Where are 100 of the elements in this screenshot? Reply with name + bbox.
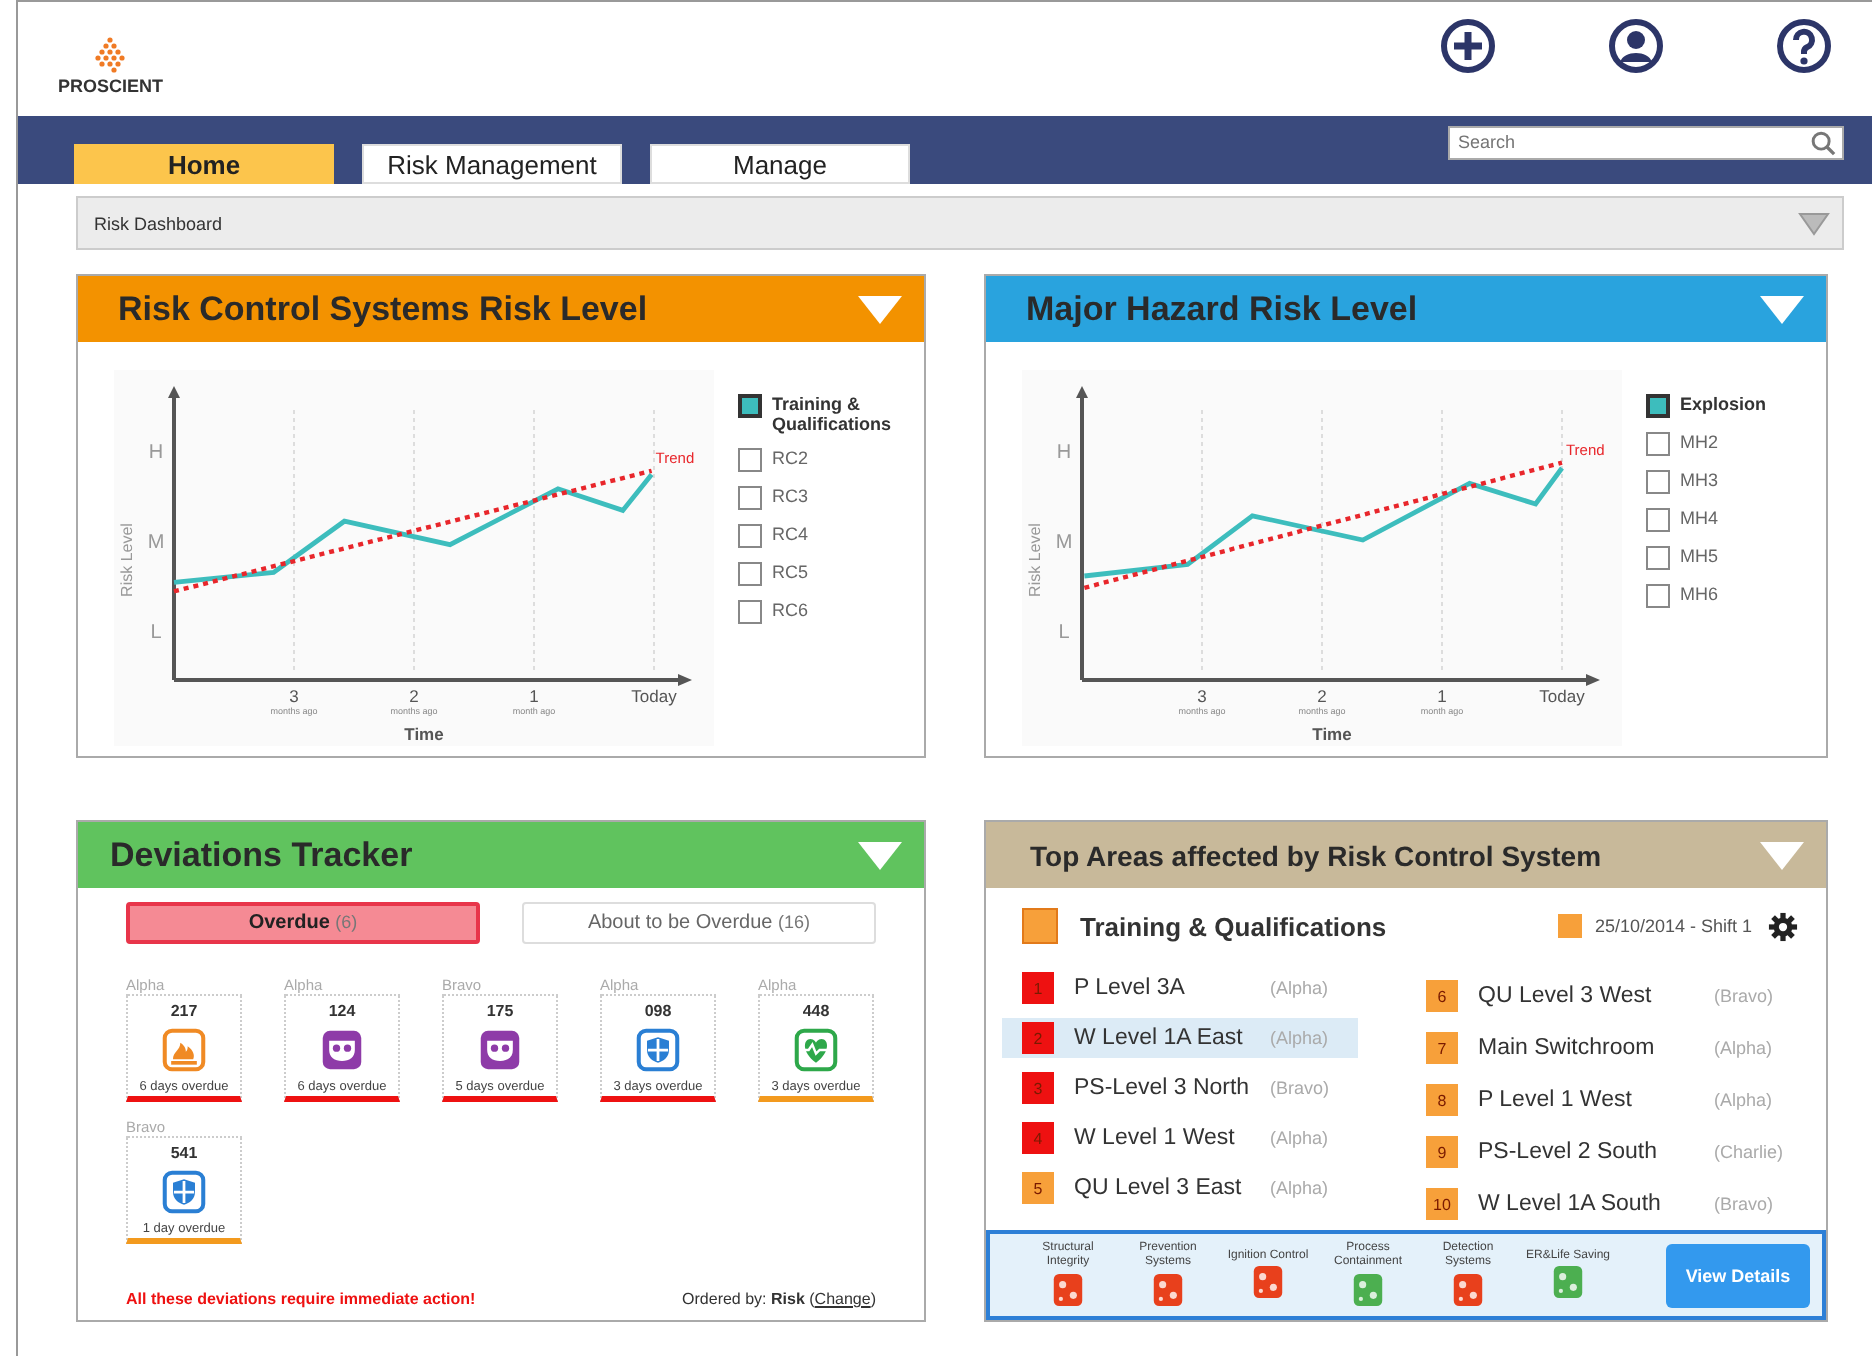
panel-title: Major Hazard Risk Level — [1026, 289, 1418, 329]
help-icon[interactable] — [1776, 17, 1832, 73]
legend-label: RC4 — [772, 524, 811, 544]
legend-checkbox[interactable] — [1646, 394, 1670, 418]
shield-icon — [636, 1028, 680, 1072]
area-row[interactable]: 4 W Level 1 West (Alpha) — [1002, 1118, 1358, 1158]
filter-tab[interactable]: About to be Overdue (16) — [522, 902, 876, 944]
y-tick-label: L — [1058, 622, 1070, 644]
x-tick-label: Today — [631, 686, 677, 706]
rank-badge: 10 — [1426, 1188, 1458, 1220]
legend-label: MH2 — [1680, 432, 1721, 452]
legend-checkbox[interactable] — [738, 562, 762, 586]
change-link[interactable]: Change — [814, 1290, 871, 1308]
y-axis-title: Risk Level — [118, 523, 136, 597]
card-number: 448 — [802, 1002, 830, 1020]
mask-icon — [320, 1028, 364, 1072]
legend-checkbox[interactable] — [738, 448, 762, 472]
x-tick-label: 1 — [529, 686, 539, 706]
nav-tab[interactable]: Manage — [650, 144, 910, 184]
panel-title: Top Areas affected by Risk Control System — [1030, 839, 1602, 871]
heart-pulse-icon — [794, 1028, 838, 1072]
status-block-icon[interactable] — [1352, 1271, 1384, 1308]
dropdown-caret-icon[interactable] — [1798, 211, 1830, 235]
legend-checkbox[interactable] — [738, 394, 762, 418]
status-block-icon[interactable] — [1252, 1264, 1284, 1301]
y-axis-title: Risk Level — [1026, 523, 1044, 597]
settings-icon[interactable] — [1768, 911, 1798, 941]
card-number: 124 — [328, 1002, 356, 1020]
area-row[interactable]: 8 P Level 1 West (Alpha) — [1406, 1080, 1802, 1120]
area-row[interactable]: 7 Main Switchroom (Alpha) — [1406, 1028, 1802, 1068]
x-tick-label: 2 — [409, 686, 419, 706]
rank-badge: 8 — [1426, 1084, 1458, 1116]
breadcrumb-bar[interactable]: Risk Dashboard — [76, 196, 1844, 250]
legend-label: Explosion — [1680, 394, 1769, 414]
legend-checkbox[interactable] — [738, 486, 762, 510]
status-block-icon[interactable] — [1552, 1264, 1584, 1301]
rank-badge: 4 — [1022, 1122, 1054, 1154]
x-tick-label: 3 — [289, 686, 299, 706]
y-tick-label: H — [1056, 442, 1072, 464]
date-swatch — [1558, 914, 1583, 938]
status-block-icon[interactable] — [1152, 1271, 1184, 1308]
area-row[interactable]: 1 P Level 3A (Alpha) — [1002, 968, 1358, 1008]
legend-checkbox[interactable] — [1646, 546, 1670, 570]
status-block-icon[interactable] — [1452, 1271, 1484, 1308]
legend-checkbox[interactable] — [1646, 508, 1670, 532]
logo-text: PROSCIENT — [58, 75, 164, 95]
search-field[interactable]: Search — [1448, 125, 1844, 159]
area-row[interactable]: 10 W Level 1A South (Bravo) — [1406, 1184, 1802, 1224]
collapse-caret-icon[interactable] — [856, 293, 904, 325]
y-tick-label: H — [148, 442, 164, 464]
area-row[interactable]: 5 QU Level 3 East (Alpha) — [1002, 1168, 1358, 1208]
nav-tab[interactable]: Risk Management — [362, 144, 622, 184]
legend-label: RC3 — [772, 486, 811, 506]
collapse-caret-icon[interactable] — [856, 839, 904, 871]
area-row[interactable]: 3 PS-Level 3 North (Bravo) — [1002, 1068, 1358, 1108]
legend-checkbox[interactable] — [1646, 584, 1670, 608]
search-icon[interactable] — [1810, 129, 1836, 155]
x-tick-label: 3 — [1197, 686, 1207, 706]
legend-label: MH3 — [1680, 470, 1721, 490]
filter-tab[interactable]: Overdue (6) — [126, 902, 480, 944]
legend-label: RC2 — [772, 448, 811, 468]
area-row[interactable]: 2 W Level 1A East (Alpha) — [1002, 1018, 1358, 1058]
rank-badge: 3 — [1022, 1072, 1054, 1104]
x-axis-title: Time — [404, 724, 444, 744]
y-tick-label: M — [147, 532, 165, 554]
legend-label: RC6 — [772, 600, 811, 620]
system-name: Training & Qualifications — [1080, 911, 1387, 941]
rank-badge: 7 — [1426, 1032, 1458, 1064]
card-number: 175 — [486, 1002, 514, 1020]
x-axis-title: Time — [1312, 724, 1352, 744]
panel-title: Deviations Tracker — [110, 835, 413, 875]
y-tick-label: M — [1055, 532, 1073, 554]
legend-checkbox[interactable] — [738, 600, 762, 624]
nav-tab[interactable]: Home — [74, 144, 334, 184]
x-tick-label: Today — [1539, 686, 1585, 706]
warning-text: All these deviations require immediate action! — [126, 1290, 476, 1308]
shift-date: 25/10/2014 - Shift 1 — [1594, 916, 1752, 936]
legend-checkbox[interactable] — [738, 524, 762, 548]
x-tick-label: 1 — [1437, 686, 1447, 706]
rank-badge: 6 — [1426, 980, 1458, 1012]
area-row[interactable]: 6 QU Level 3 West (Bravo) — [1406, 976, 1802, 1016]
status-block-icon[interactable] — [1052, 1271, 1084, 1308]
card-number: 541 — [170, 1144, 198, 1162]
rank-badge: 1 — [1022, 972, 1054, 1004]
legend-label: MH6 — [1680, 584, 1721, 604]
add-icon[interactable] — [1440, 17, 1496, 73]
breadcrumb-label: Risk Dashboard — [94, 213, 223, 233]
shield-icon — [162, 1170, 206, 1214]
legend-checkbox[interactable] — [1646, 432, 1670, 456]
x-tick-label: 2 — [1317, 686, 1327, 706]
rank-badge: 5 — [1022, 1172, 1054, 1204]
panel-title: Risk Control Systems Risk Level — [118, 289, 648, 329]
collapse-caret-icon[interactable] — [1758, 839, 1806, 871]
area-row[interactable]: 9 PS-Level 2 South (Charlie) — [1406, 1132, 1802, 1172]
card-number: 098 — [644, 1002, 672, 1020]
user-icon[interactable] — [1608, 17, 1664, 73]
system-swatch — [1022, 908, 1058, 944]
legend-label: RC5 — [772, 562, 811, 582]
collapse-caret-icon[interactable] — [1758, 293, 1806, 325]
legend-checkbox[interactable] — [1646, 470, 1670, 494]
